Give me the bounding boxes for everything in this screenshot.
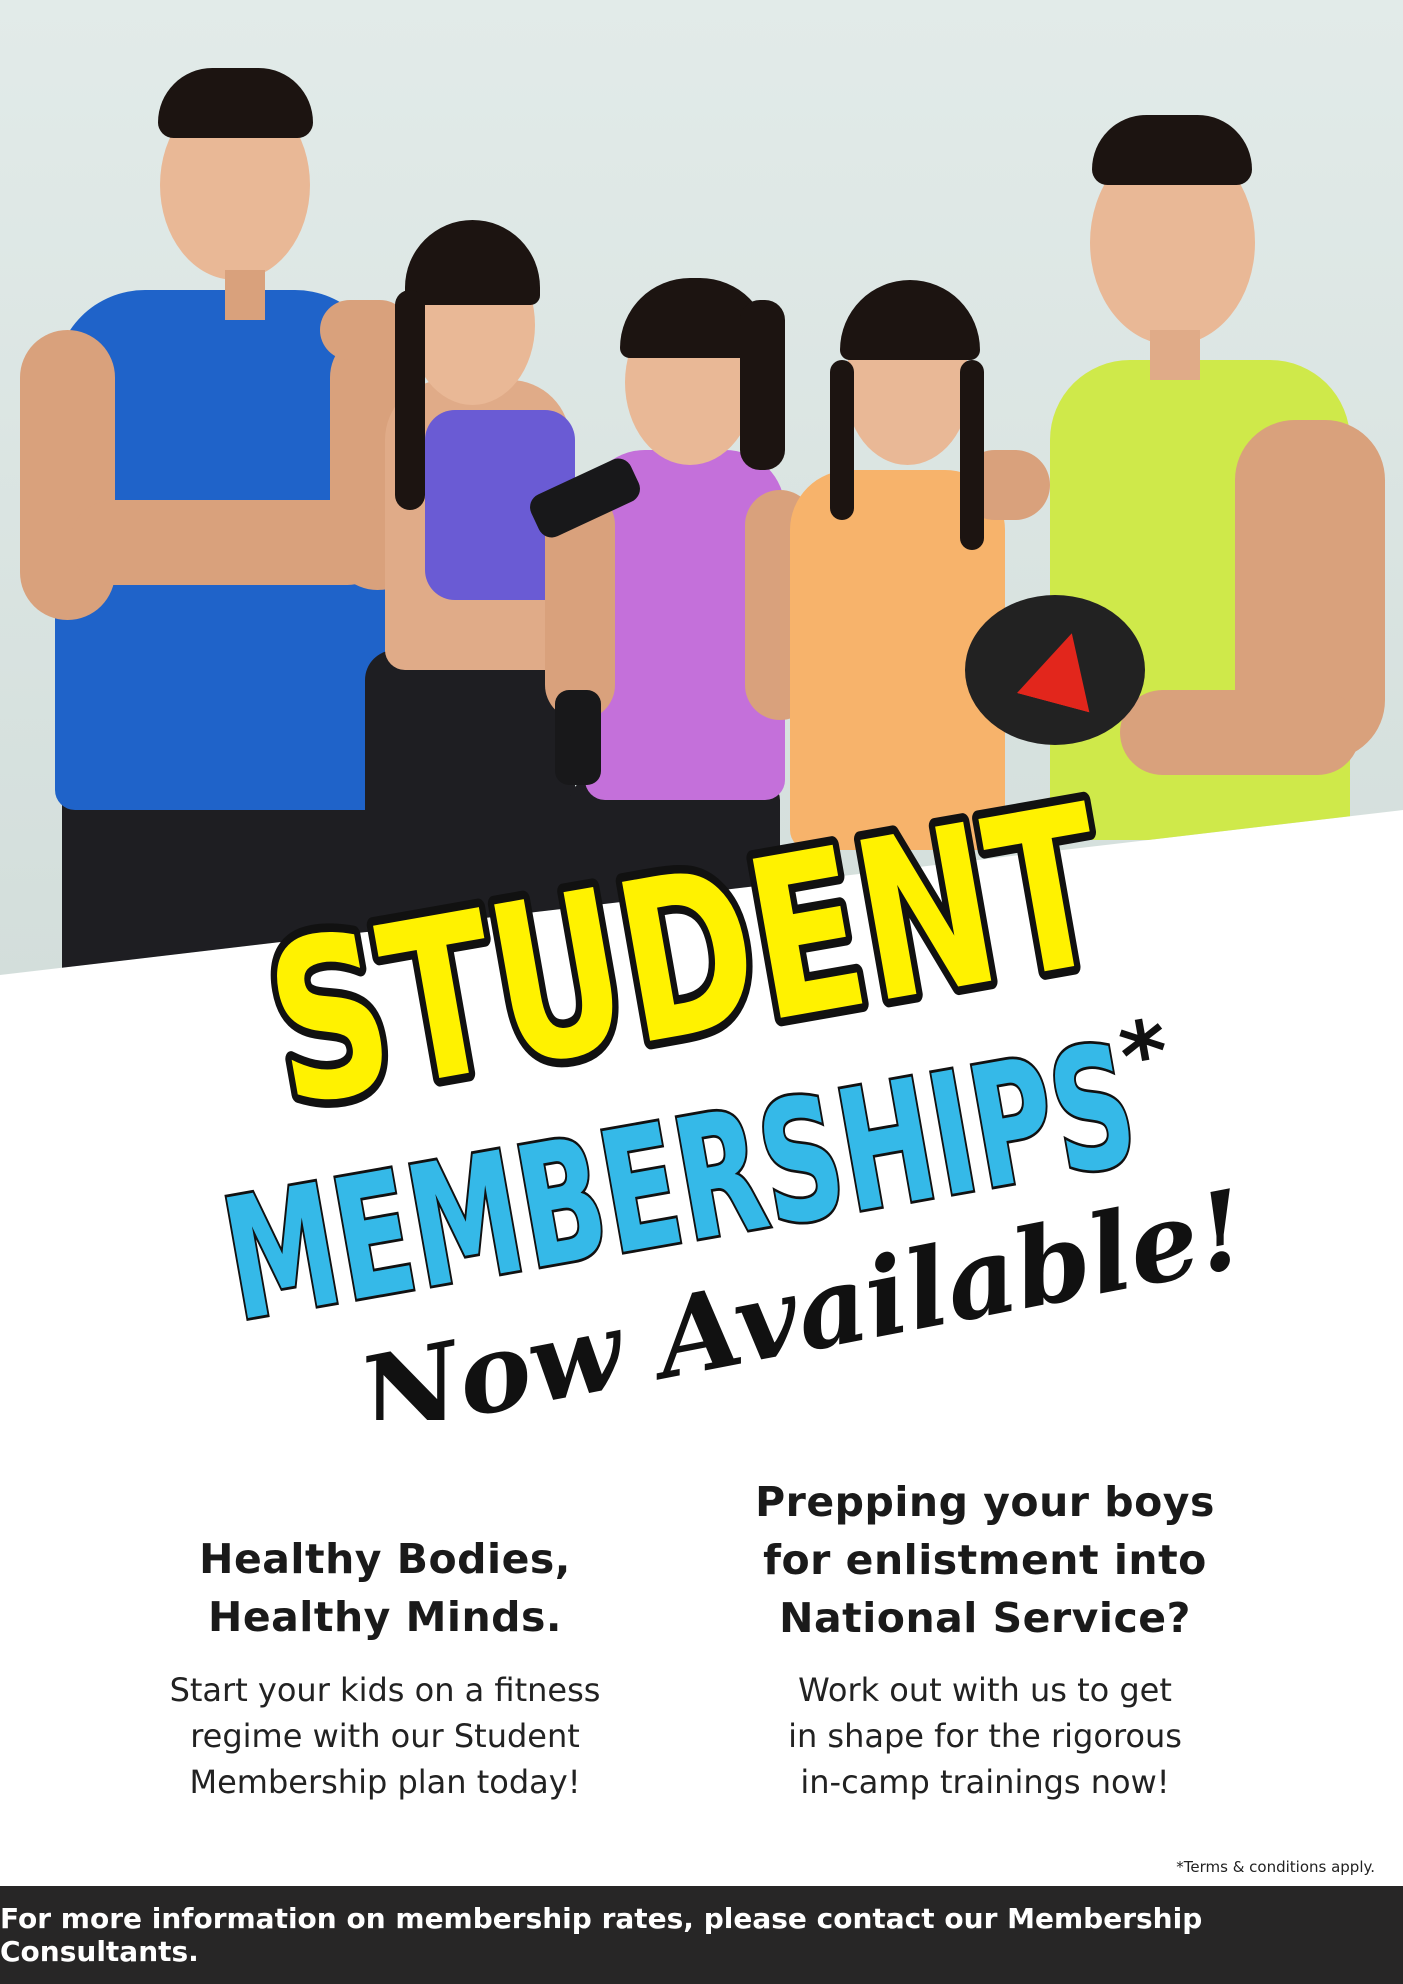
column-body: Work out with us to get in shape for the… <box>705 1667 1265 1805</box>
column-heading: Healthy Bodies, Healthy Minds. <box>105 1530 665 1646</box>
column-body: Start your kids on a fitness regime with… <box>105 1667 665 1805</box>
heading-line: Healthy Minds. <box>208 1593 562 1641</box>
footer-bar: For more information on membership rates… <box>0 1886 1403 1984</box>
heading-line: Prepping your boys <box>755 1478 1215 1526</box>
headline: STUDENT MEMBERSHIPS * Now Available! <box>209 750 1256 1420</box>
heading-line: for enlistment into <box>763 1536 1207 1584</box>
body-line: Work out with us to get <box>798 1671 1172 1709</box>
terms-note: *Terms & conditions apply. <box>1176 1858 1375 1876</box>
body-line: regime with our Student <box>190 1717 580 1755</box>
column-heading: Prepping your boys for enlistment into N… <box>705 1473 1265 1647</box>
footer-text: For more information on membership rates… <box>0 1902 1203 1968</box>
body-line: in-camp trainings now! <box>800 1763 1170 1801</box>
heading-line: National Service? <box>779 1594 1191 1642</box>
body-line: in shape for the rigorous <box>788 1717 1182 1755</box>
body-line: Membership plan today! <box>189 1763 581 1801</box>
heading-line: Healthy Bodies, <box>199 1535 571 1583</box>
body-line: Start your kids on a fitness <box>169 1671 601 1709</box>
